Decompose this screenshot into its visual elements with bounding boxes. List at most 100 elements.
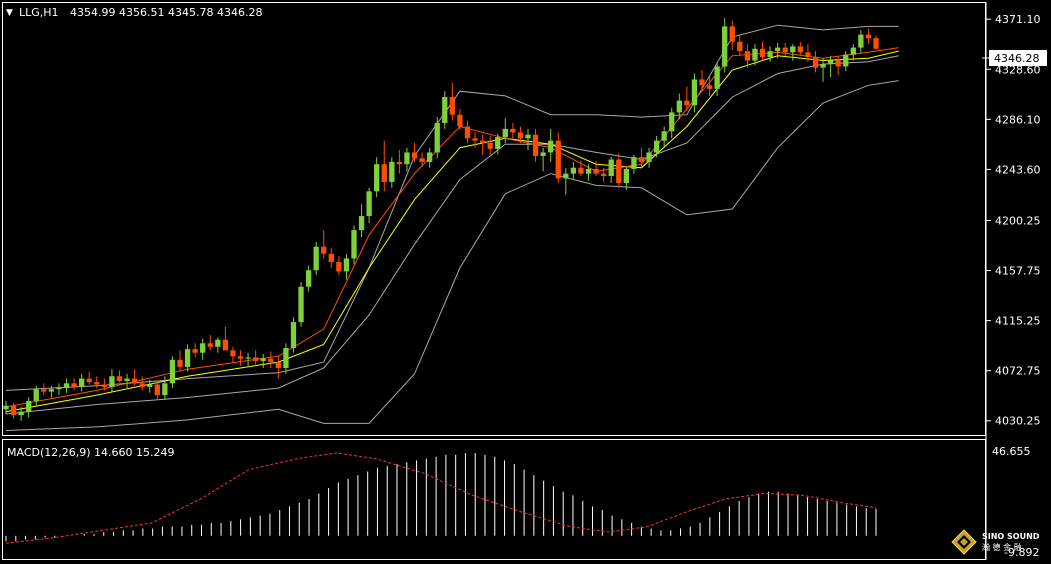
candle: [275, 356, 281, 379]
candle: [26, 397, 32, 418]
candle: [321, 230, 327, 259]
candle: [820, 58, 826, 82]
current-price-marker: 4346.28: [982, 50, 1047, 66]
candle: [638, 147, 645, 167]
candle: [192, 343, 198, 358]
candle: [253, 350, 259, 365]
candle: [865, 28, 872, 45]
price-axis-label: 4157.75: [995, 265, 1041, 278]
candle: [479, 134, 486, 155]
candlesticks: [3, 18, 879, 422]
price-axis-label: 4115.25: [995, 315, 1041, 328]
candle: [207, 335, 213, 351]
candle: [669, 107, 675, 139]
candle: [510, 122, 516, 139]
candle: [336, 256, 342, 275]
candle: [131, 369, 138, 386]
candle: [169, 356, 176, 389]
price-axis: 4371.104328.604286.104243.604200.254157.…: [986, 13, 1041, 428]
candle: [570, 161, 577, 180]
candle: [215, 337, 221, 353]
candle: [139, 376, 145, 391]
candle: [827, 55, 834, 78]
candle: [616, 153, 622, 188]
candle: [124, 373, 130, 389]
candle: [283, 343, 289, 374]
candle: [366, 187, 372, 224]
candle: [790, 44, 796, 61]
candle: [389, 157, 395, 188]
macd-signal: [5, 452, 877, 544]
menu-arrow-icon[interactable]: ▼: [6, 8, 13, 18]
candle: [525, 128, 531, 151]
candle: [200, 338, 206, 360]
candle: [729, 20, 735, 50]
candle: [154, 380, 160, 400]
sinosound-logo: SINO SOUND 瀚 德 金 融: [951, 529, 1040, 555]
chart-symbol: LLG,H1: [19, 6, 59, 19]
bollinger-lower-line: [5, 80, 899, 431]
candle: [873, 35, 879, 50]
logo-line1: SINO SOUND: [982, 532, 1040, 541]
candle: [487, 135, 493, 156]
candle: [177, 350, 183, 371]
chart-frame: ▼ LLG,H1 4354.99 4356.51 4345.78 4346.28…: [2, 2, 1047, 560]
macd-signal-line: [5, 452, 877, 544]
candle: [237, 350, 244, 366]
candle: [646, 147, 652, 168]
candle: [850, 44, 856, 61]
candle: [767, 46, 773, 62]
macd-axis-top: 46.655: [992, 445, 1031, 458]
candle: [737, 35, 743, 56]
candle: [631, 154, 637, 174]
logo-line2: 瀚 德 金 融: [982, 542, 1022, 552]
candle: [699, 69, 705, 92]
candle: [268, 351, 274, 369]
candle: [3, 401, 9, 414]
candle: [759, 41, 766, 61]
candle: [109, 369, 115, 392]
candle: [328, 247, 334, 268]
candle: [563, 167, 569, 195]
candle: [661, 126, 667, 148]
candle: [343, 253, 350, 280]
candle: [374, 157, 380, 198]
candle: [86, 371, 92, 385]
candle: [260, 353, 266, 369]
candle: [434, 117, 440, 159]
candle: [548, 128, 554, 162]
price-axis-label: 4286.10: [995, 113, 1041, 126]
candle: [71, 378, 77, 391]
candle: [290, 317, 297, 353]
candle: [79, 373, 85, 392]
candle: [116, 370, 123, 383]
candle: [396, 150, 403, 174]
price-axis-label: 4371.10: [995, 13, 1041, 26]
candle: [358, 204, 365, 238]
price-axis-label: 4030.25: [995, 415, 1041, 428]
candle: [835, 55, 841, 75]
candle: [464, 120, 471, 144]
candle: [305, 265, 312, 292]
candle: [540, 147, 546, 172]
candle: [691, 73, 698, 113]
macd-label: MACD(12,26,9) 14.660 15.249: [7, 446, 175, 459]
candle: [184, 344, 191, 372]
candle: [744, 44, 751, 68]
price-axis-label: 4243.60: [995, 163, 1041, 176]
candle: [56, 383, 62, 396]
candle: [684, 86, 690, 112]
candle: [722, 18, 728, 73]
candle: [653, 135, 660, 158]
candle: [298, 282, 304, 327]
candle: [449, 82, 455, 121]
candle: [351, 225, 357, 265]
candle: [502, 118, 508, 144]
candle: [608, 157, 614, 184]
candle: [858, 29, 864, 54]
candle: [812, 51, 819, 73]
candle: [442, 91, 448, 129]
candle: [63, 378, 70, 393]
candle: [843, 51, 849, 72]
chart-ohlc: 4354.99 4356.51 4345.78 4346.28: [70, 6, 262, 19]
